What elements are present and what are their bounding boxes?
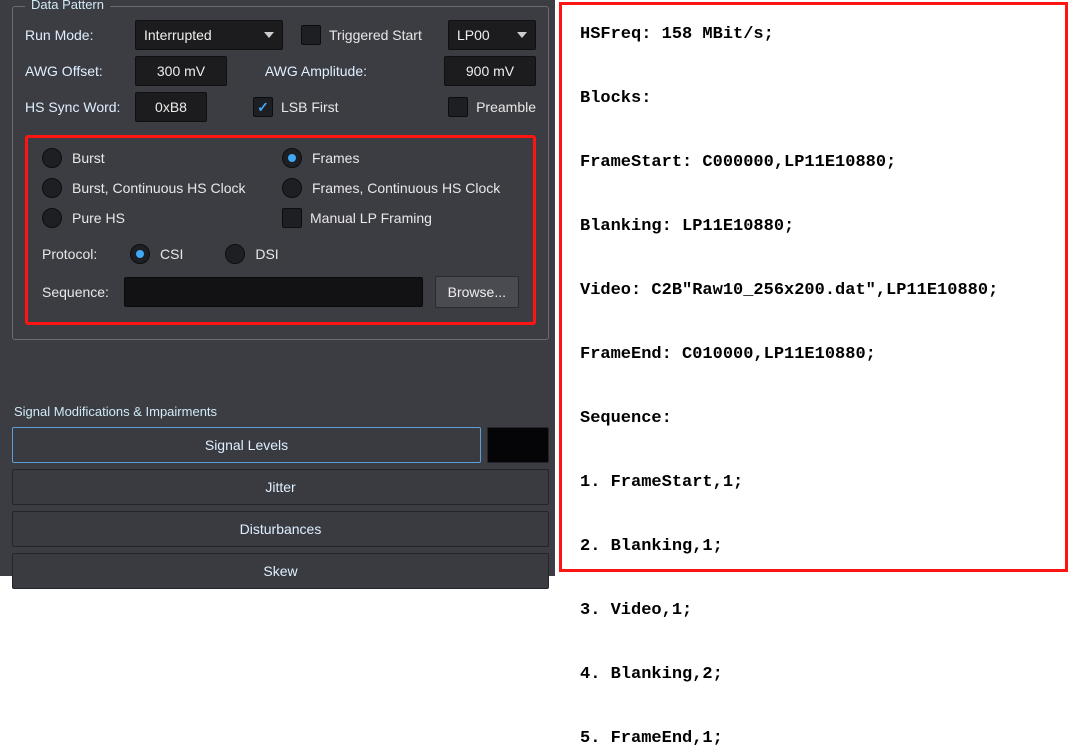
lp-mode-value: LP00 [457,27,490,43]
lsb-first-checkbox[interactable]: LSB First [253,97,339,117]
mode-burst-radio[interactable]: Burst [42,148,282,168]
bar-jitter[interactable]: Jitter [12,469,549,505]
mode-frames-cont-label: Frames, Continuous HS Clock [312,180,500,196]
protocol-csi-radio[interactable]: CSI [130,244,183,264]
triggered-start-label: Triggered Start [329,27,422,43]
mode-frames-radio[interactable]: Frames [282,148,542,168]
protocol-label: Protocol: [42,246,112,262]
awg-amplitude-label: AWG Amplitude: [227,63,367,79]
smi-well[interactable] [487,427,549,463]
chevron-down-icon [264,32,274,38]
mode-pure-hs-label: Pure HS [72,210,125,226]
run-mode-value: Interrupted [144,27,212,43]
mode-frames-label: Frames [312,150,359,166]
sequence-input[interactable] [124,277,423,307]
bar-disturbances[interactable]: Disturbances [12,511,549,547]
bar-skew[interactable]: Skew [12,553,549,589]
radio-selected-icon [282,148,302,168]
data-pattern-panel: Data Pattern Run Mode: Interrupted Trigg… [12,6,549,340]
lp-mode-select[interactable]: LP00 [448,20,536,50]
awg-offset-input[interactable]: 300 mV [135,56,227,86]
radio-icon [42,178,62,198]
chevron-down-icon [517,32,527,38]
run-mode-select[interactable]: Interrupted [135,20,283,50]
radio-selected-icon [130,244,150,264]
mode-pure-hs-radio[interactable]: Pure HS [42,208,282,228]
browse-button-label: Browse... [448,284,506,300]
mode-highlight-group: Burst Frames Burst, Continuous HS Clock … [25,135,536,325]
mode-burst-label: Burst [72,150,105,166]
preamble-label: Preamble [476,99,536,115]
smi-title: Signal Modifications & Impairments [14,404,547,419]
awg-amplitude-input[interactable]: 900 mV [444,56,536,86]
checkbox-icon [301,25,321,45]
radio-icon [42,208,62,228]
radio-icon [42,148,62,168]
preamble-checkbox[interactable]: Preamble [448,97,536,117]
run-mode-label: Run Mode: [25,27,135,43]
manual-lp-label: Manual LP Framing [310,210,432,226]
mode-burst-cont-label: Burst, Continuous HS Clock [72,180,246,196]
triggered-start-checkbox[interactable]: Triggered Start [301,25,422,45]
protocol-csi-label: CSI [160,246,183,262]
manual-lp-checkbox[interactable]: Manual LP Framing [282,208,542,228]
checkbox-icon [448,97,468,117]
checkbox-icon [282,208,302,228]
browse-button[interactable]: Browse... [435,276,519,308]
bar-signal-levels[interactable]: Signal Levels [12,427,481,463]
script-output: HSFreq: 158 MBit/s; Blocks: FrameStart: … [559,2,1068,572]
radio-icon [225,244,245,264]
lsb-first-label: LSB First [281,99,339,115]
checkbox-checked-icon [253,97,273,117]
mode-frames-cont-radio[interactable]: Frames, Continuous HS Clock [282,178,542,198]
hs-sync-input[interactable]: 0xB8 [135,92,207,122]
settings-pane: Data Pattern Run Mode: Interrupted Trigg… [0,0,555,576]
panel-title: Data Pattern [25,0,110,12]
hs-sync-label: HS Sync Word: [25,99,135,115]
protocol-dsi-label: DSI [255,246,278,262]
mode-burst-cont-radio[interactable]: Burst, Continuous HS Clock [42,178,282,198]
awg-offset-label: AWG Offset: [25,63,135,79]
sequence-label: Sequence: [42,284,112,300]
smi-section: Signal Modifications & Impairments Signa… [12,398,549,595]
protocol-dsi-radio[interactable]: DSI [225,244,278,264]
radio-icon [282,178,302,198]
